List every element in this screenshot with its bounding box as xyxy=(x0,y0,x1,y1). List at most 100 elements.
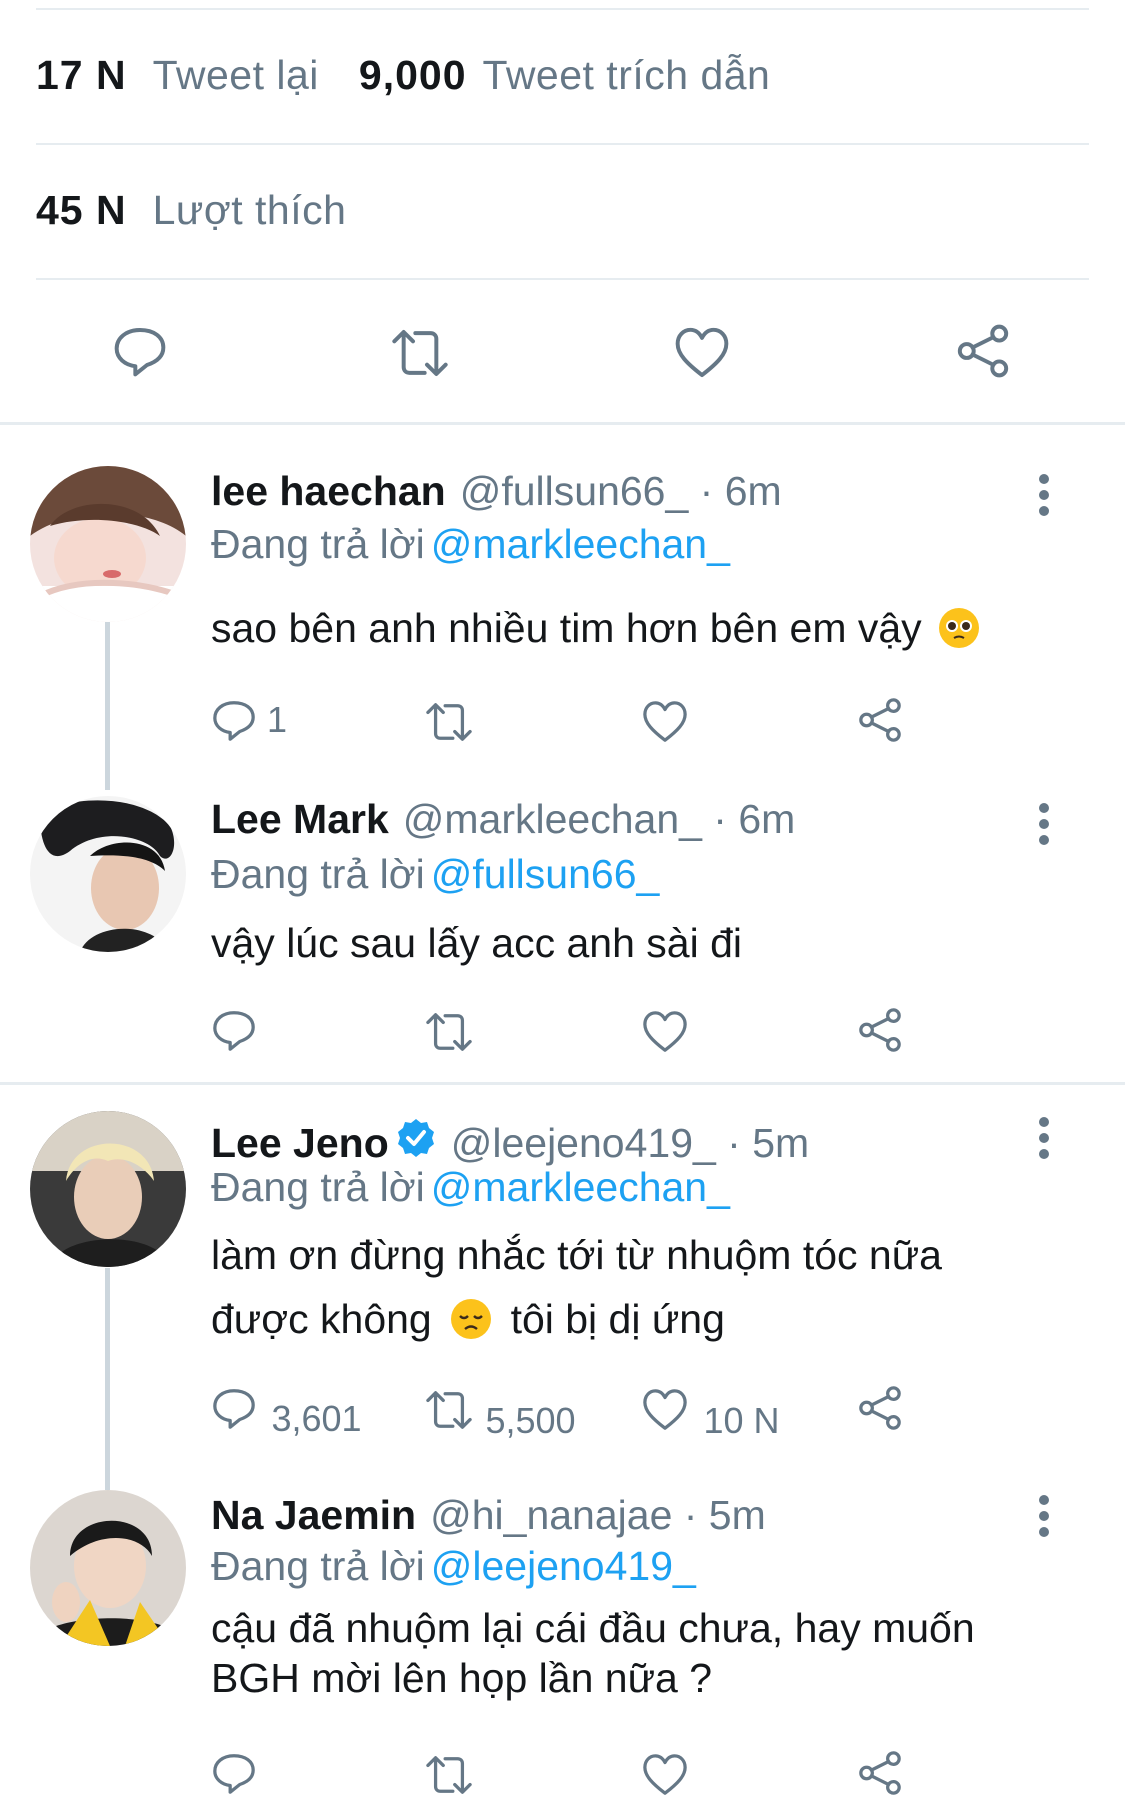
tweet-text-line: được không xyxy=(211,1296,432,1342)
retweet-button[interactable]: 5,500 xyxy=(421,1387,576,1442)
reply-mention[interactable]: @leejeno419_ xyxy=(431,1543,696,1589)
main-retweet-button[interactable] xyxy=(386,325,454,386)
more-icon[interactable] xyxy=(1038,803,1050,845)
retweet-stats[interactable]: 17 N Tweet lại 9,000 Tweet trích dẫn xyxy=(36,52,810,99)
tweet-header: Na Jaemin @hi_nanajae · 5m xyxy=(211,1492,766,1539)
reply-icon xyxy=(211,697,257,743)
reply-mention[interactable]: @markleechan_ xyxy=(431,521,730,567)
replying-to: Đang trả lời @markleechan_ xyxy=(211,521,730,568)
tweet-header: Lee Mark @markleechan_ · 6m xyxy=(211,796,795,843)
display-name[interactable]: Lee Jeno xyxy=(211,1120,389,1167)
top-divider xyxy=(36,8,1089,10)
like-button[interactable] xyxy=(641,1009,689,1060)
pleading-face-emoji xyxy=(939,608,980,648)
share-button[interactable] xyxy=(856,1385,904,1436)
section-divider xyxy=(0,422,1125,425)
avatar-image-jeno xyxy=(30,1111,186,1267)
tweet-text: làm ơn đừng nhắc tới từ nhuộm tóc nữa đư… xyxy=(211,1223,942,1351)
replying-to: Đang trả lời @markleechan_ xyxy=(211,1164,730,1211)
reply-icon xyxy=(112,323,168,379)
avatar-image-mark xyxy=(30,796,186,952)
replying-to-label: Đang trả lời xyxy=(211,521,425,567)
avatar-image-jaemin xyxy=(30,1490,186,1646)
main-like-button[interactable] xyxy=(673,325,731,386)
stats-divider xyxy=(36,143,1089,145)
quote-label: Tweet trích dẫn xyxy=(482,52,771,98)
tweet-text: cậu đã nhuộm lại cái đầu chưa, hay muốn … xyxy=(211,1603,975,1703)
handle-time[interactable]: @leejeno419_ · 5m xyxy=(451,1120,809,1167)
like-icon xyxy=(673,325,731,381)
share-icon xyxy=(856,1385,904,1431)
retweet-button[interactable] xyxy=(421,1009,477,1060)
reply-count: 1 xyxy=(267,699,288,740)
like-icon xyxy=(641,699,689,745)
replying-to: Đang trả lời @fullsun66_ xyxy=(211,851,659,898)
tweet-text-line: tôi bị dị ứng xyxy=(510,1296,725,1342)
reply-mention[interactable]: @markleechan_ xyxy=(431,1164,730,1210)
retweet-icon xyxy=(421,1009,477,1055)
display-name[interactable]: lee haechan xyxy=(211,468,446,515)
tweet-text: sao bên anh nhiều tim hơn bên em vậy xyxy=(211,596,980,660)
handle-time[interactable]: @hi_nanajae · 5m xyxy=(430,1492,766,1539)
reply-count: 3,601 xyxy=(271,1398,362,1439)
avatar[interactable] xyxy=(30,796,186,952)
share-icon xyxy=(856,1750,904,1796)
avatar[interactable] xyxy=(30,466,186,622)
tweet-text-line: vậy lúc sau lấy acc anh sài đi xyxy=(211,920,742,966)
reply-icon xyxy=(211,1750,257,1796)
replying-to: Đang trả lời @leejeno419_ xyxy=(211,1543,696,1590)
tweet-text-line: sao bên anh nhiều tim hơn bên em vậy xyxy=(211,605,922,651)
avatar[interactable] xyxy=(30,1490,186,1646)
display-name[interactable]: Lee Mark xyxy=(211,796,389,843)
share-button[interactable] xyxy=(856,697,904,748)
like-icon xyxy=(641,1752,689,1798)
display-name[interactable]: Na Jaemin xyxy=(211,1492,416,1539)
like-button[interactable] xyxy=(641,1752,689,1803)
reply-button[interactable]: 1 xyxy=(211,697,287,743)
more-icon[interactable] xyxy=(1038,1117,1050,1159)
tweet-text-line: làm ơn đừng nhắc tới từ nhuộm tóc nữa xyxy=(211,1232,942,1278)
like-icon xyxy=(641,1387,689,1433)
reply-button[interactable] xyxy=(211,1007,257,1058)
disappointed-face-emoji xyxy=(451,1299,492,1339)
retweet-button[interactable] xyxy=(421,1752,477,1803)
more-icon[interactable] xyxy=(1038,474,1050,516)
reply-icon xyxy=(211,1007,257,1053)
retweet-icon xyxy=(421,1387,477,1433)
tweet-text-line: cậu đã nhuộm lại cái đầu chưa, hay muốn xyxy=(211,1605,975,1651)
more-icon[interactable] xyxy=(1038,1495,1050,1537)
like-button[interactable] xyxy=(641,699,689,750)
share-button[interactable] xyxy=(856,1750,904,1801)
verified-badge-icon xyxy=(395,1117,437,1169)
thread-line xyxy=(105,622,110,790)
like-icon xyxy=(641,1009,689,1055)
tweet-text-line: BGH mời lên họp lần nữa ? xyxy=(211,1655,713,1701)
replying-to-label: Đang trả lời xyxy=(211,1164,425,1210)
quote-count: 9,000 xyxy=(358,52,467,98)
section-divider xyxy=(0,1082,1125,1085)
reply-mention[interactable]: @fullsun66_ xyxy=(431,851,660,897)
share-button[interactable] xyxy=(856,1007,904,1058)
tweet-text: vậy lúc sau lấy acc anh sài đi xyxy=(211,911,742,975)
retweet-icon xyxy=(421,699,477,745)
likes-divider xyxy=(36,278,1089,280)
tweet-header: Lee Jeno @leejeno419_ · 5m xyxy=(211,1117,809,1169)
thread-line xyxy=(105,1268,110,1490)
reply-button[interactable] xyxy=(211,1750,257,1801)
handle-time[interactable]: @fullsun66_ · 6m xyxy=(460,468,782,515)
share-icon xyxy=(856,1007,904,1053)
retweet-count: 17 N xyxy=(36,52,127,98)
like-button[interactable]: 10 N xyxy=(641,1387,780,1442)
main-reply-button[interactable] xyxy=(112,323,168,384)
replying-to-label: Đang trả lời xyxy=(211,1543,425,1589)
avatar[interactable] xyxy=(30,1111,186,1267)
main-share-button[interactable] xyxy=(954,323,1012,384)
like-stats[interactable]: 45 N Lượt thích xyxy=(36,187,386,234)
retweet-button[interactable] xyxy=(421,699,477,750)
retweet-icon xyxy=(386,325,454,381)
handle-time[interactable]: @markleechan_ · 6m xyxy=(403,796,796,843)
like-count: 10 N xyxy=(703,1400,780,1441)
tweet-text-line-2: được không tôi bị dị ứng xyxy=(211,1287,942,1351)
reply-button[interactable]: 3,601 xyxy=(211,1385,362,1440)
replying-to-label: Đang trả lời xyxy=(211,851,425,897)
